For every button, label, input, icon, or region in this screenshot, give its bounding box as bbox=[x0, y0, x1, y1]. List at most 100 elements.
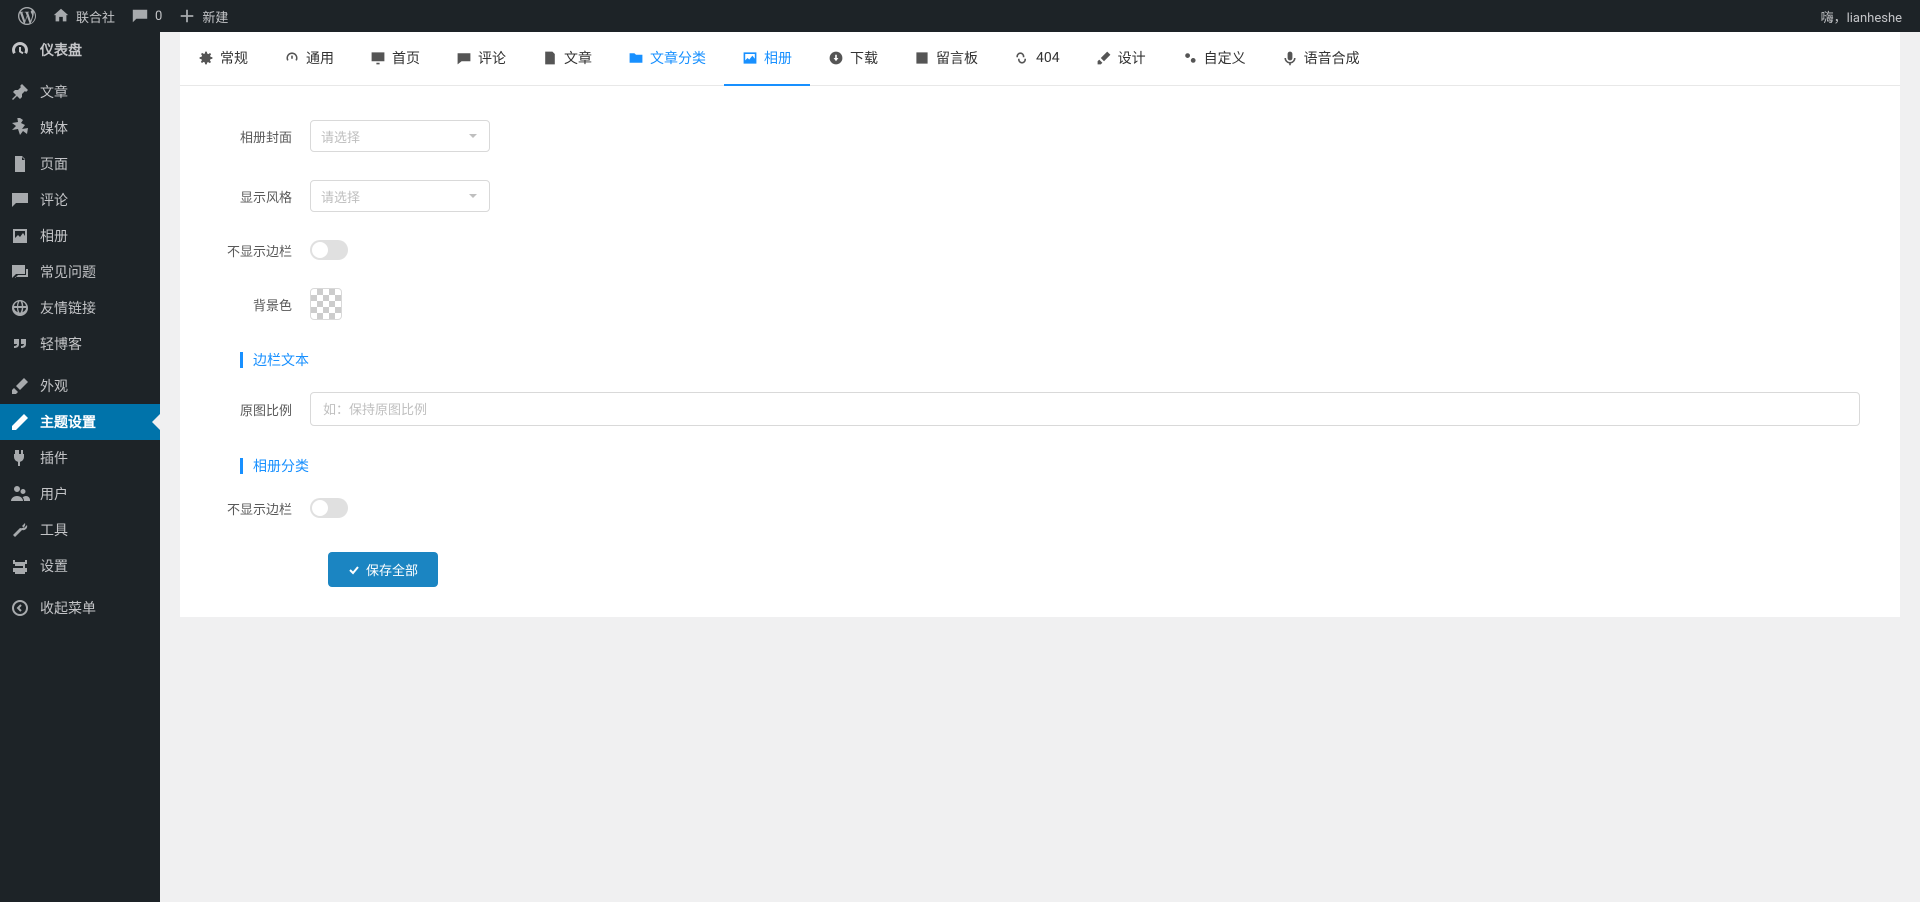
tab-label: 设计 bbox=[1118, 48, 1146, 68]
sidebar-item-collapse[interactable]: 收起菜单 bbox=[0, 590, 160, 626]
tab-categories[interactable]: 文章分类 bbox=[610, 32, 724, 86]
label-ratio: 原图比例 bbox=[220, 400, 310, 419]
tab-guestbook[interactable]: 留言板 bbox=[896, 32, 996, 86]
sidebar-item-label: 用户 bbox=[40, 484, 68, 504]
collapse-icon bbox=[10, 598, 30, 618]
tab-label: 文章分类 bbox=[650, 48, 706, 68]
select-placeholder: 请选择 bbox=[321, 127, 360, 146]
wrench-icon bbox=[10, 520, 30, 540]
tab-404[interactable]: 404 bbox=[996, 32, 1078, 86]
section-gallery-category: 相册分类 bbox=[180, 440, 1900, 484]
dashboard-icon bbox=[10, 40, 30, 60]
download-icon bbox=[828, 50, 844, 66]
globe-icon bbox=[10, 298, 30, 318]
tab-home[interactable]: 首页 bbox=[352, 32, 438, 86]
chevron-down-icon bbox=[467, 190, 479, 202]
users-icon bbox=[10, 484, 30, 504]
sidebar-item-label: 评论 bbox=[40, 190, 68, 210]
tab-download[interactable]: 下载 bbox=[810, 32, 896, 86]
section-sidebar-text: 边栏文本 bbox=[180, 334, 1900, 378]
sidebar-item-settings[interactable]: 设置 bbox=[0, 548, 160, 584]
adminbar-new[interactable]: 新建 bbox=[170, 0, 236, 32]
wordpress-icon bbox=[18, 7, 36, 25]
cogs-icon bbox=[1182, 50, 1198, 66]
sidebar-item-media[interactable]: 媒体 bbox=[0, 110, 160, 146]
sidebar-item-label: 仪表盘 bbox=[40, 40, 82, 60]
tab-design[interactable]: 设计 bbox=[1078, 32, 1164, 86]
tab-general[interactable]: 常规 bbox=[180, 32, 266, 86]
adminbar-comments-count: 0 bbox=[155, 9, 162, 24]
sidebar-item-microblog[interactable]: 轻博客 bbox=[0, 326, 160, 362]
sidebar-item-plugins[interactable]: 插件 bbox=[0, 440, 160, 476]
sliders-icon bbox=[10, 556, 30, 576]
sidebar-item-tools[interactable]: 工具 bbox=[0, 512, 160, 548]
plus-icon bbox=[178, 7, 196, 25]
link-icon bbox=[1014, 50, 1030, 66]
gallery-icon bbox=[10, 226, 30, 246]
sidebar-item-label: 媒体 bbox=[40, 118, 68, 138]
sidebar-item-label: 设置 bbox=[40, 556, 68, 576]
section-title: 边栏文本 bbox=[253, 350, 309, 370]
mic-icon bbox=[1282, 50, 1298, 66]
tab-gallery[interactable]: 相册 bbox=[724, 32, 810, 86]
tab-label: 下载 bbox=[850, 48, 878, 68]
color-swatch-bg[interactable] bbox=[310, 288, 342, 320]
save-button[interactable]: 保存全部 bbox=[328, 552, 438, 587]
tab-label: 自定义 bbox=[1204, 48, 1246, 68]
tab-comments[interactable]: 评论 bbox=[438, 32, 524, 86]
admin-sidebar: 仪表盘 文章 媒体 页面 评论 相册 常见问题 友情链接 轻博客 外观 主题设置 bbox=[0, 32, 160, 902]
tab-tts[interactable]: 语音合成 bbox=[1264, 32, 1378, 86]
input-ratio[interactable] bbox=[310, 392, 1860, 426]
adminbar-site-name[interactable]: 联合社 bbox=[44, 0, 123, 32]
tab-label: 评论 bbox=[478, 48, 506, 68]
label-hide-sidebar: 不显示边栏 bbox=[220, 241, 310, 260]
sidebar-item-theme-settings[interactable]: 主题设置 bbox=[0, 404, 160, 440]
select-cover[interactable]: 请选择 bbox=[310, 120, 490, 152]
home-icon bbox=[52, 7, 70, 25]
sidebar-item-pages[interactable]: 页面 bbox=[0, 146, 160, 182]
sidebar-item-label: 常见问题 bbox=[40, 262, 96, 282]
adminbar-user[interactable]: 嗨，lianheshe bbox=[1813, 0, 1910, 32]
sidebar-item-label: 工具 bbox=[40, 520, 68, 540]
paint-icon bbox=[1096, 50, 1112, 66]
select-style[interactable]: 请选择 bbox=[310, 180, 490, 212]
sidebar-item-links[interactable]: 友情链接 bbox=[0, 290, 160, 326]
pencil-icon bbox=[10, 412, 30, 432]
media-icon bbox=[10, 118, 30, 138]
sidebar-item-users[interactable]: 用户 bbox=[0, 476, 160, 512]
select-placeholder: 请选择 bbox=[321, 187, 360, 206]
admin-bar: 联合社 0 新建 嗨，lianheshe bbox=[0, 0, 1920, 32]
adminbar-comments[interactable]: 0 bbox=[123, 0, 170, 32]
wp-logo[interactable] bbox=[10, 0, 44, 32]
tab-common[interactable]: 通用 bbox=[266, 32, 352, 86]
pages-icon bbox=[10, 154, 30, 174]
sidebar-item-label: 页面 bbox=[40, 154, 68, 174]
sidebar-item-label: 友情链接 bbox=[40, 298, 96, 318]
folder-icon bbox=[628, 50, 644, 66]
switch-hide-sidebar-2[interactable] bbox=[310, 498, 348, 518]
sidebar-item-faq[interactable]: 常见问题 bbox=[0, 254, 160, 290]
tab-label: 相册 bbox=[764, 48, 792, 68]
quote-icon bbox=[10, 334, 30, 354]
sidebar-item-comments[interactable]: 评论 bbox=[0, 182, 160, 218]
sidebar-item-label: 文章 bbox=[40, 82, 68, 102]
tab-customize[interactable]: 自定义 bbox=[1164, 32, 1264, 86]
sidebar-item-label: 主题设置 bbox=[40, 412, 96, 432]
pin-icon bbox=[10, 82, 30, 102]
switch-hide-sidebar[interactable] bbox=[310, 240, 348, 260]
adminbar-site-label: 联合社 bbox=[76, 7, 115, 26]
sidebar-item-gallery[interactable]: 相册 bbox=[0, 218, 160, 254]
check-icon bbox=[348, 564, 360, 576]
tab-label: 语音合成 bbox=[1304, 48, 1360, 68]
label-style: 显示风格 bbox=[220, 187, 310, 206]
comments-icon bbox=[10, 190, 30, 210]
tab-label: 首页 bbox=[392, 48, 420, 68]
adminbar-new-label: 新建 bbox=[202, 7, 228, 26]
sidebar-item-appearance[interactable]: 外观 bbox=[0, 368, 160, 404]
tab-posts[interactable]: 文章 bbox=[524, 32, 610, 86]
image-icon bbox=[742, 50, 758, 66]
section-bar bbox=[240, 352, 243, 368]
sidebar-item-posts[interactable]: 文章 bbox=[0, 74, 160, 110]
sidebar-item-dashboard[interactable]: 仪表盘 bbox=[0, 32, 160, 68]
section-title: 相册分类 bbox=[253, 456, 309, 476]
